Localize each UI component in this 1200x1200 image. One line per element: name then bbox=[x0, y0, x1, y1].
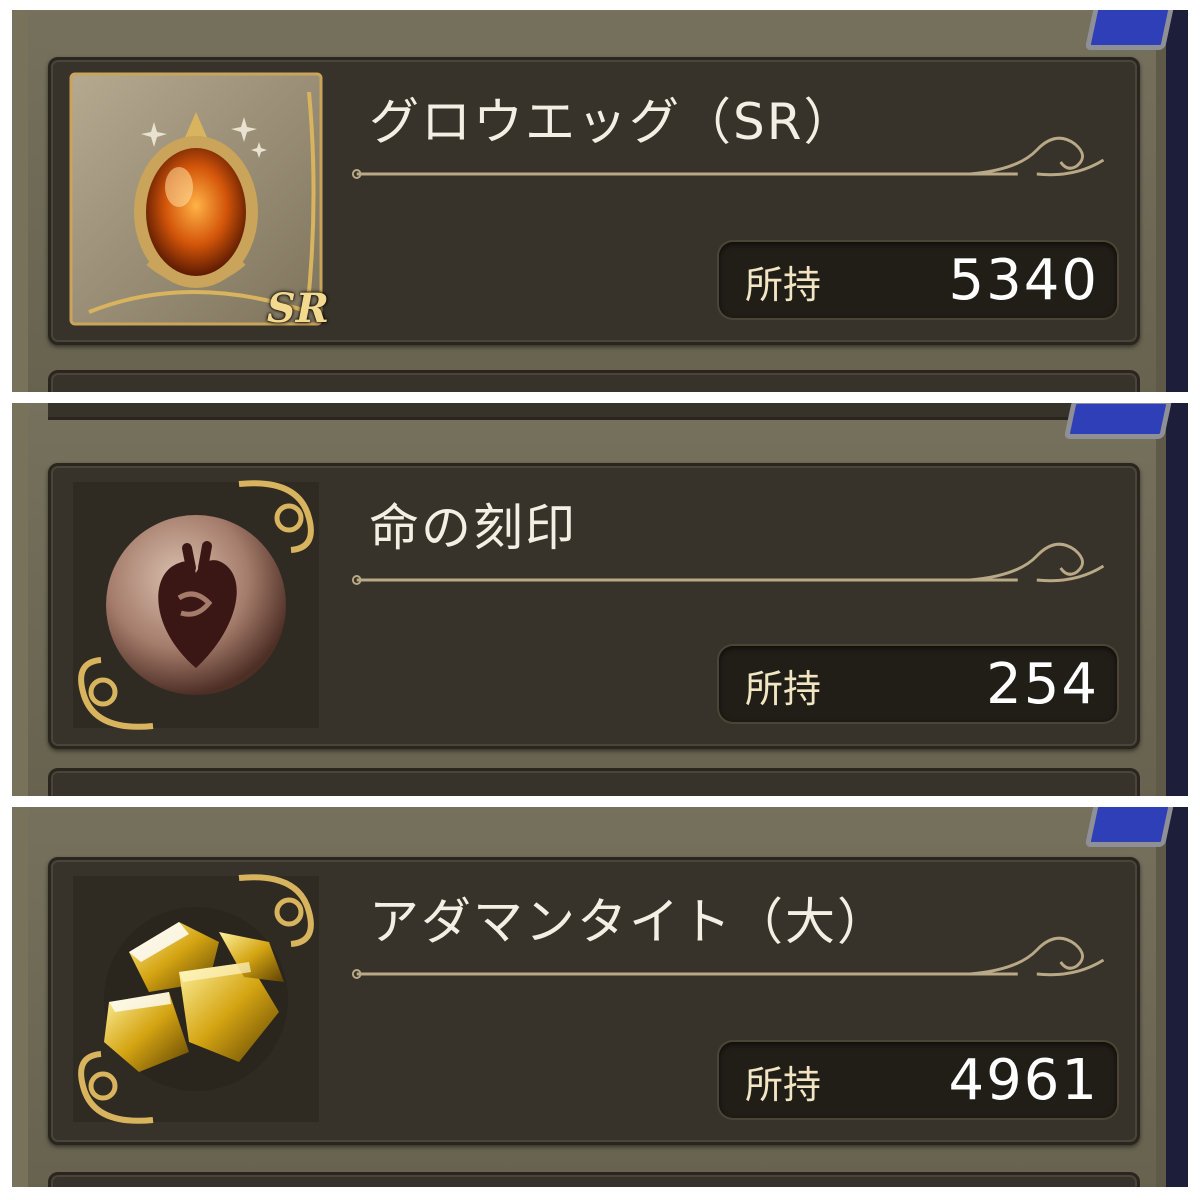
adamantite-icon bbox=[69, 872, 323, 1126]
owned-value: 4961 bbox=[948, 1048, 1099, 1113]
close-gem-button[interactable] bbox=[1084, 807, 1176, 847]
item-card: SR グロウエッグ（SR） 所持 5340 bbox=[48, 57, 1140, 345]
owned-count-box: 所持 254 bbox=[719, 646, 1117, 722]
next-card-edge bbox=[48, 1172, 1140, 1187]
life-seal-icon bbox=[69, 478, 323, 732]
owned-value: 254 bbox=[986, 652, 1099, 717]
next-card-edge bbox=[48, 768, 1140, 796]
owned-count-box: 所持 5340 bbox=[719, 242, 1117, 318]
next-card-edge bbox=[48, 370, 1140, 392]
close-gem-button[interactable] bbox=[1084, 10, 1176, 50]
ornamental-divider bbox=[351, 936, 1113, 979]
item-panel-growth-egg: SR グロウエッグ（SR） 所持 5340 bbox=[12, 10, 1188, 392]
owned-count-box: 所持 4961 bbox=[719, 1042, 1117, 1118]
owned-label: 所持 bbox=[745, 263, 822, 307]
owned-label: 所持 bbox=[745, 1063, 822, 1107]
owned-label: 所持 bbox=[745, 667, 822, 711]
item-card: アダマンタイト（大） 所持 4961 bbox=[48, 857, 1140, 1145]
growth-egg-icon: SR bbox=[69, 72, 329, 332]
item-card: 命の刻印 所持 254 bbox=[48, 463, 1140, 749]
previous-section-edge bbox=[48, 403, 1140, 420]
item-panel-adamantite: アダマンタイト（大） 所持 4961 bbox=[12, 807, 1188, 1187]
rarity-badge: SR bbox=[266, 285, 329, 332]
owned-value: 5340 bbox=[948, 248, 1099, 313]
item-panel-life-seal: 命の刻印 所持 254 bbox=[12, 403, 1188, 796]
ornamental-divider bbox=[351, 136, 1113, 179]
close-gem-button[interactable] bbox=[1063, 403, 1173, 439]
ornamental-divider bbox=[351, 542, 1113, 585]
